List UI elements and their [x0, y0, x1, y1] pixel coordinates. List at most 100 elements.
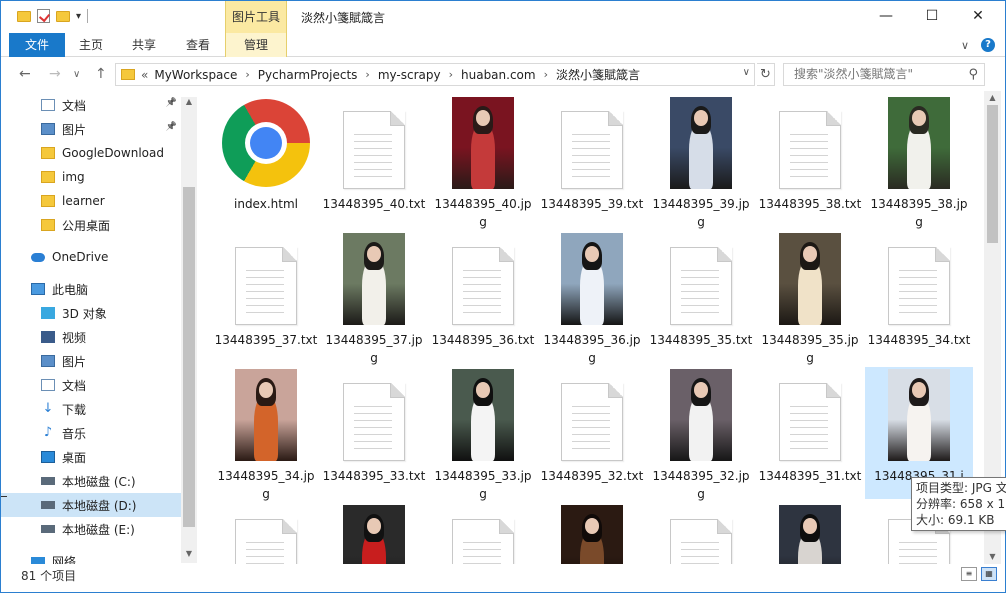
navigation-scrollbar[interactable]: ▲ ▼	[181, 97, 197, 563]
nav-item[interactable]: 3D 对象	[1, 301, 181, 325]
toolbar-divider	[87, 9, 89, 23]
back-arrow-icon[interactable]: ←	[19, 66, 31, 82]
nav-item[interactable]: 视频	[1, 325, 181, 349]
file-item[interactable]: 13448395_35.txt	[647, 231, 755, 349]
file-item[interactable]: 13448395_32.txt	[538, 367, 646, 485]
refresh-icon[interactable]: ↻	[757, 63, 775, 86]
file-item[interactable]: 13448395_38.txt	[756, 95, 864, 213]
file-item[interactable]: 13448395_39.jpg	[647, 95, 755, 231]
new-folder-icon[interactable]	[56, 10, 70, 22]
maximize-button[interactable]: ☐	[909, 1, 955, 31]
file-item[interactable]: 13448395_39.txt	[538, 95, 646, 213]
tab-manage[interactable]: 管理	[225, 33, 287, 57]
file-item[interactable]	[538, 503, 646, 564]
nav-item[interactable]: ♪ 音乐	[1, 421, 181, 445]
close-button[interactable]: ✕	[955, 1, 1001, 31]
nav-item[interactable]: ↓ 下载	[1, 397, 181, 421]
minimize-button[interactable]: —	[863, 1, 909, 31]
large-icons-view-icon[interactable]: ▦	[981, 567, 997, 581]
scrollbar-thumb[interactable]	[183, 187, 195, 527]
breadcrumb-item[interactable]: huaban.com	[461, 68, 536, 82]
breadcrumb-separator-icon[interactable]: ›	[365, 68, 369, 81]
scroll-down-icon[interactable]: ▼	[181, 549, 197, 563]
scroll-down-icon[interactable]: ▼	[984, 550, 1001, 564]
text-file-icon	[670, 519, 732, 564]
file-item[interactable]	[212, 503, 320, 564]
nav-item[interactable]: 本地磁盘 (D:)	[1, 493, 181, 517]
address-history-chevron-icon[interactable]: ∨	[743, 67, 750, 78]
breadcrumb-item[interactable]: PycharmProjects	[258, 68, 358, 82]
forward-arrow-icon[interactable]: →	[49, 66, 61, 82]
file-thumbnail	[865, 231, 973, 331]
file-item[interactable]	[756, 503, 864, 564]
file-item[interactable]	[647, 503, 755, 564]
address-bar[interactable]: « MyWorkspace › PycharmProjects › my-scr…	[115, 63, 755, 86]
customize-toolbar-chevron-icon[interactable]: ▾	[76, 11, 81, 22]
search-input[interactable]: 搜索"淡然小箋賦箴言" ⚲	[783, 63, 985, 86]
nav-item[interactable]: img	[1, 165, 181, 189]
breadcrumb-item[interactable]: my-scrapy	[378, 68, 441, 82]
file-item[interactable]: 13448395_38.jpg	[865, 95, 973, 231]
nav-item[interactable]: 公用桌面	[1, 213, 181, 237]
tab-share[interactable]: 共享	[117, 33, 171, 57]
file-item[interactable]	[320, 503, 428, 564]
overflow-chevron-icon[interactable]: «	[141, 68, 148, 82]
file-item[interactable]: 13448395_31.txt	[756, 367, 864, 485]
scrollbar-thumb[interactable]	[987, 105, 998, 243]
breadcrumb-item[interactable]: MyWorkspace	[154, 68, 237, 82]
recent-locations-chevron-icon[interactable]: ∨	[73, 69, 80, 80]
folder-icon[interactable]	[17, 10, 31, 22]
file-item[interactable]: 13448395_36.txt	[429, 231, 537, 349]
tab-home[interactable]: 主页	[65, 33, 117, 57]
nav-item[interactable]: learner	[1, 189, 181, 213]
file-item[interactable]: 13448395_40.txt	[320, 95, 428, 213]
properties-icon[interactable]	[37, 9, 50, 23]
file-item[interactable]: 13448395_34.jpg	[212, 367, 320, 503]
breadcrumb-separator-icon[interactable]: ›	[544, 68, 548, 81]
file-name: 13448395_33.jpg	[434, 469, 532, 501]
nav-item[interactable]: 本地磁盘 (E:)	[1, 517, 181, 541]
nav-item[interactable]: OneDrive	[1, 245, 181, 269]
network-icon	[31, 556, 45, 564]
file-thumbnail	[212, 95, 320, 195]
file-item[interactable]: 13448395_35.jpg	[756, 231, 864, 367]
tab-view[interactable]: 查看	[171, 33, 225, 57]
file-item[interactable]: 13448395_32.jpg	[647, 367, 755, 503]
file-name: index.html	[234, 197, 298, 211]
file-name: 13448395_39.txt	[540, 197, 644, 211]
details-view-icon[interactable]: ≡	[961, 567, 977, 581]
file-thumbnail	[538, 367, 646, 467]
nav-item[interactable]: 桌面	[1, 445, 181, 469]
up-arrow-icon[interactable]: ↑	[95, 66, 107, 82]
document-icon	[41, 99, 55, 111]
scroll-up-icon[interactable]: ▲	[984, 91, 1001, 105]
nav-item[interactable]: 此电脑	[1, 277, 181, 301]
file-item[interactable]: index.html	[212, 95, 320, 213]
file-item[interactable]: 13448395_33.jpg	[429, 367, 537, 503]
file-item[interactable]: 13448395_34.txt	[865, 231, 973, 349]
nav-item-label: 下载	[62, 402, 87, 417]
text-file-icon	[888, 247, 950, 325]
nav-item[interactable]: 文档 📌	[1, 93, 181, 117]
nav-item[interactable]: 本地磁盘 (C:)	[1, 469, 181, 493]
nav-item[interactable]: 网络	[1, 549, 181, 564]
quick-access-toolbar: ▾	[17, 9, 89, 23]
nav-item[interactable]: GoogleDownload	[1, 141, 181, 165]
breadcrumb-separator-icon[interactable]: ›	[449, 68, 453, 81]
tab-file[interactable]: 文件	[9, 33, 65, 57]
breadcrumb-item[interactable]: 淡然小箋賦箴言	[556, 66, 640, 83]
file-item[interactable]: 13448395_36.jpg	[538, 231, 646, 367]
file-item[interactable]: 13448395_40.jpg	[429, 95, 537, 231]
nav-item[interactable]: 图片	[1, 349, 181, 373]
scroll-up-icon[interactable]: ▲	[181, 97, 197, 111]
expand-ribbon-chevron-icon[interactable]: ∨	[961, 39, 969, 52]
nav-item[interactable]: 文档	[1, 373, 181, 397]
file-item[interactable]: 13448395_37.txt	[212, 231, 320, 349]
breadcrumb-separator-icon[interactable]: ›	[245, 68, 249, 81]
file-item[interactable]: 13448395_33.txt	[320, 367, 428, 485]
file-item[interactable]: 13448395_37.jpg	[320, 231, 428, 367]
text-file-icon	[452, 519, 514, 564]
help-icon[interactable]: ?	[981, 38, 995, 52]
nav-item[interactable]: 图片 📌	[1, 117, 181, 141]
file-item[interactable]	[429, 503, 537, 564]
